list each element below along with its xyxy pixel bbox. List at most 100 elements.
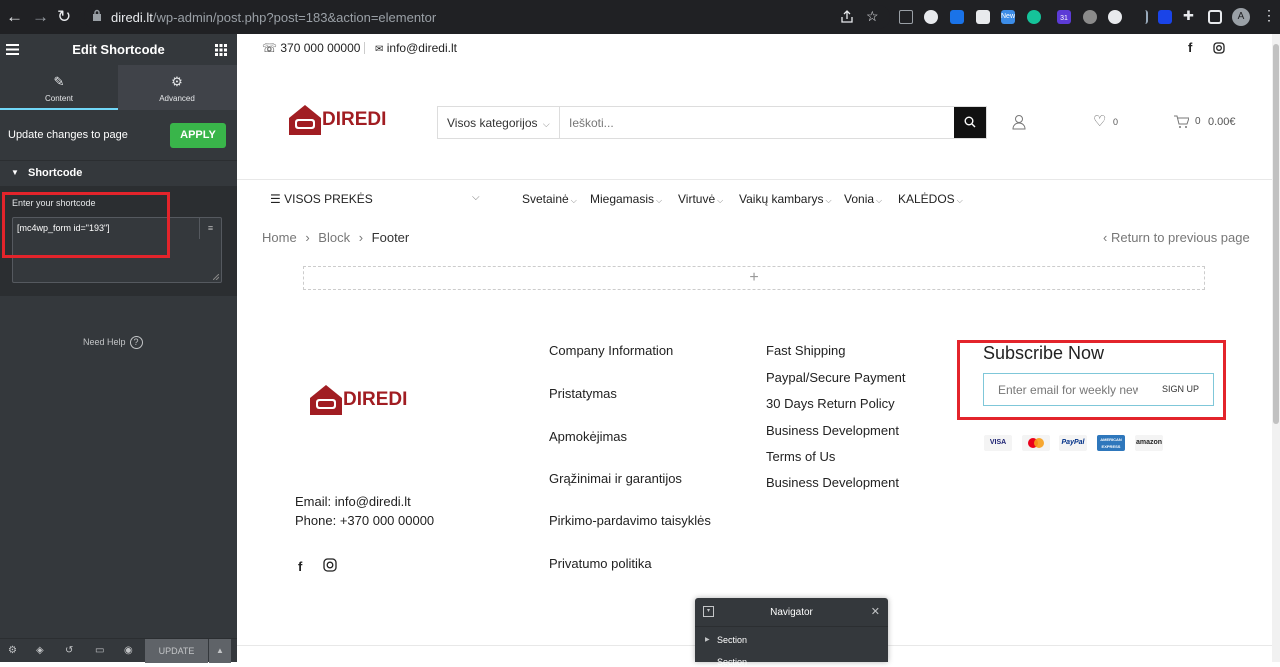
cart-icon[interactable] bbox=[1174, 115, 1189, 129]
footer-link[interactable]: Privatumo politika bbox=[549, 556, 652, 571]
need-help-link[interactable]: Need Help? bbox=[83, 336, 143, 349]
footer-link[interactable]: Apmokėjimas bbox=[549, 429, 627, 444]
navigator-title: Navigator bbox=[770, 607, 813, 618]
preview-eye-icon[interactable]: ◉ bbox=[124, 645, 133, 656]
newsletter-email-input[interactable]: Enter email for weekly newsletter SIGN U… bbox=[983, 373, 1214, 406]
extension-icon[interactable] bbox=[899, 10, 913, 24]
camera-extension-icon[interactable] bbox=[976, 10, 990, 24]
calendar-extension-icon[interactable]: 31 bbox=[1057, 10, 1071, 24]
widgets-grid-icon[interactable] bbox=[215, 44, 227, 56]
footer-link[interactable]: Pirkimo-pardavimo taisyklės bbox=[549, 513, 711, 528]
navigator-item-section[interactable]: Section bbox=[717, 657, 747, 667]
email-top: ✉ info@diredi.lt bbox=[375, 41, 457, 55]
navigator-item-section[interactable]: Section bbox=[717, 635, 747, 645]
spy-extension-icon[interactable] bbox=[1083, 10, 1097, 24]
video-extension-icon[interactable] bbox=[1158, 10, 1172, 24]
caret-right-icon[interactable]: ▶ bbox=[705, 636, 710, 643]
back-icon[interactable]: ← bbox=[6, 7, 23, 27]
return-previous-link[interactable]: ‹ Return to previous page bbox=[1103, 230, 1250, 245]
puzzle-icon[interactable]: ✚ bbox=[1183, 8, 1194, 24]
shortcode-section-toggle[interactable]: ▼ Shortcode bbox=[0, 160, 237, 186]
all-products-label: VISOS PREKĖS bbox=[284, 192, 373, 206]
share-icon[interactable] bbox=[840, 10, 854, 24]
menu-item-vaiku-kambarys[interactable]: Vaikų kambarys ⌵ bbox=[739, 192, 832, 206]
bookmark-star-icon[interactable]: ☆ bbox=[866, 8, 879, 25]
update-options-icon[interactable]: ▲ bbox=[209, 639, 231, 663]
menu-item-miegamasis[interactable]: Miegamasis ⌵ bbox=[590, 192, 662, 206]
phone-top-text: 370 000 00000 bbox=[280, 41, 361, 55]
add-section-button[interactable]: + bbox=[303, 266, 1205, 290]
dynamic-tags-icon[interactable]: ≡ bbox=[199, 218, 221, 239]
site-logo[interactable]: DIREDI bbox=[286, 101, 386, 139]
chevron-down-icon: ⌵ bbox=[656, 196, 663, 205]
facebook-icon[interactable]: f bbox=[298, 559, 302, 574]
pencil-icon: ✎ bbox=[53, 74, 65, 89]
history-icon[interactable]: ↺ bbox=[65, 645, 73, 656]
profile-avatar[interactable]: A bbox=[1232, 8, 1250, 26]
breadcrumb-home[interactable]: Home bbox=[262, 230, 297, 245]
chevron-right-icon: › bbox=[305, 230, 310, 245]
grammarly-extension-icon[interactable] bbox=[1027, 10, 1041, 24]
navigator-panel: ▾ Navigator ✕ ▶ Section Section bbox=[695, 598, 888, 667]
new-badge-extension-icon[interactable]: New bbox=[1001, 10, 1015, 24]
half-circle-extension-icon[interactable] bbox=[1108, 10, 1122, 24]
footer-link[interactable]: 30 Days Return Policy bbox=[766, 396, 895, 411]
instagram-icon[interactable] bbox=[323, 558, 337, 572]
apply-button[interactable]: APPLY bbox=[170, 123, 226, 148]
footer-link[interactable]: Terms of Us bbox=[766, 449, 835, 464]
category-select[interactable]: Visos kategorijos ⌵ bbox=[438, 107, 560, 138]
divider bbox=[237, 179, 1272, 180]
scrollbar-thumb[interactable] bbox=[1273, 44, 1279, 424]
footer-link[interactable]: Grąžinimai ir garantijos bbox=[549, 471, 682, 486]
tab-content[interactable]: ✎ Content bbox=[0, 65, 118, 110]
globe-extension-icon[interactable] bbox=[924, 10, 938, 24]
layers-icon[interactable]: ◈ bbox=[36, 645, 44, 656]
footer-link[interactable]: Company Information bbox=[549, 343, 673, 358]
page-preview: ☏ 370 000 00000 ✉ info@diredi.lt f DIRED… bbox=[237, 34, 1272, 662]
menu-item-vonia[interactable]: Vonia ⌵ bbox=[844, 192, 882, 206]
user-icon[interactable] bbox=[1012, 114, 1026, 130]
menu-item-svetaine[interactable]: Svetainė ⌵ bbox=[522, 192, 577, 206]
settings-icon[interactable]: ⚙ bbox=[8, 645, 17, 656]
chevron-down-icon[interactable]: ⌵ bbox=[472, 192, 480, 203]
resize-handle-icon[interactable] bbox=[213, 274, 219, 280]
tab-advanced[interactable]: ⚙ Advanced bbox=[118, 65, 236, 110]
close-icon[interactable]: ✕ bbox=[871, 605, 880, 618]
signup-button[interactable]: SIGN UP bbox=[1162, 384, 1199, 394]
instagram-icon[interactable] bbox=[1213, 42, 1225, 54]
forward-icon[interactable]: → bbox=[32, 7, 49, 27]
kebab-menu-icon[interactable]: ⋮ bbox=[1262, 7, 1276, 24]
footer-link[interactable]: Pristatymas bbox=[549, 386, 617, 401]
wishlist-heart-icon[interactable]: ♡ bbox=[1093, 112, 1106, 130]
email-top-text: info@diredi.lt bbox=[386, 41, 457, 55]
footer-logo[interactable]: DIREDI bbox=[307, 381, 407, 419]
address-bar[interactable]: diredi.lt/wp-admin/post.php?post=183&act… bbox=[84, 5, 890, 29]
search-button[interactable] bbox=[954, 107, 986, 138]
navigator-header[interactable]: ▾ Navigator ✕ bbox=[695, 598, 888, 627]
footer-email: Email: info@diredi.lt bbox=[295, 494, 411, 509]
update-button[interactable]: UPDATE bbox=[145, 639, 208, 663]
footer-link[interactable]: Fast Shipping bbox=[766, 343, 846, 358]
facebook-icon[interactable]: f bbox=[1188, 40, 1192, 55]
page-scrollbar[interactable] bbox=[1272, 34, 1280, 662]
reload-icon[interactable]: ↻ bbox=[57, 7, 71, 27]
footer-link[interactable]: Business Development bbox=[766, 475, 899, 490]
shortcode-textarea[interactable]: [mc4wp_form id="193"] ≡ bbox=[12, 217, 222, 283]
menu-item-label: Virtuvė bbox=[678, 192, 716, 206]
menu-item-virtuve[interactable]: Virtuvė ⌵ bbox=[678, 192, 723, 206]
sidebar-toggle-icon[interactable] bbox=[1208, 10, 1222, 24]
tab-advanced-label: Advanced bbox=[159, 94, 195, 103]
footer-link[interactable]: Business Development bbox=[766, 423, 899, 438]
search-input[interactable]: Ieškoti... bbox=[569, 116, 614, 130]
logo-house-icon bbox=[310, 385, 342, 415]
translate-extension-icon[interactable] bbox=[950, 10, 964, 24]
breadcrumb-block[interactable]: Block bbox=[318, 230, 350, 245]
pen-extension-icon[interactable] bbox=[1134, 10, 1148, 24]
responsive-icon[interactable]: ▭ bbox=[95, 645, 104, 656]
panel-tabs: ✎ Content ⚙ Advanced bbox=[0, 65, 237, 110]
all-products-menu[interactable]: ☰ VISOS PREKĖS bbox=[270, 192, 373, 206]
logo-text: DIREDI bbox=[343, 389, 408, 410]
menu-item-kaledos[interactable]: KALĖDOS ⌵ bbox=[898, 192, 963, 206]
chevron-down-icon: ⌵ bbox=[825, 196, 832, 205]
footer-link[interactable]: Paypal/Secure Payment bbox=[766, 370, 905, 385]
